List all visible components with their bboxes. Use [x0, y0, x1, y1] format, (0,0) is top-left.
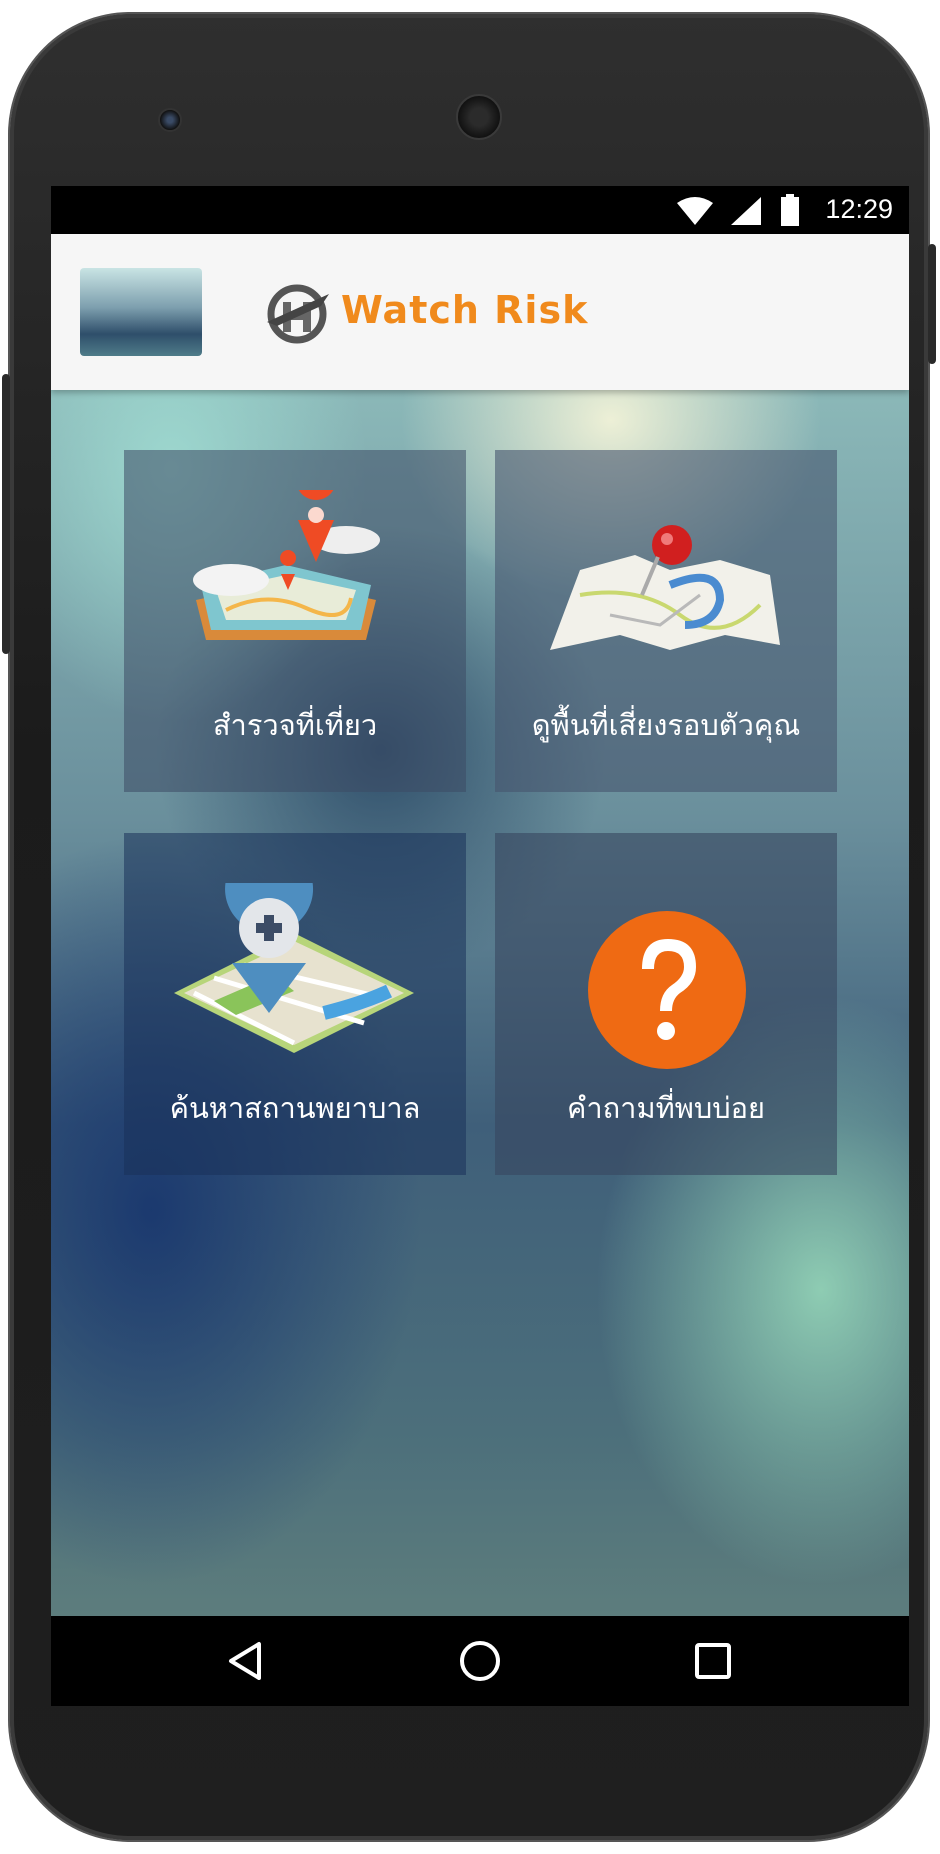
- tile-explore-places[interactable]: สำรวจที่เที่ยว: [124, 450, 466, 792]
- screen: 12:29 Watch Risk สำรวจที่เที่ยว ดูพื้นที…: [51, 186, 909, 1706]
- tile-risk-areas[interactable]: ดูพื้นที่เสี่ยงรอบตัวคุณ: [495, 450, 837, 792]
- battery-icon: [781, 194, 799, 226]
- cell-signal-icon: [731, 197, 761, 225]
- power-button: [2, 374, 10, 654]
- app-bar: Watch Risk: [51, 234, 909, 390]
- tile-label: สำรวจที่เที่ยว: [212, 708, 378, 742]
- earpiece-speaker: [456, 94, 502, 140]
- system-nav-bar: [51, 1616, 909, 1706]
- map-pushpin-icon: [550, 525, 780, 650]
- hospital-map-pin-icon: [174, 883, 414, 1053]
- home-content: สำรวจที่เที่ยว ดูพื้นที่เสี่ยงรอบตัวคุณ: [51, 390, 909, 1616]
- tile-label: คำถามที่พบบ่อย: [566, 1091, 766, 1125]
- app-brand-title: Watch Risk: [341, 288, 589, 332]
- volume-button: [928, 244, 936, 364]
- tile-faq[interactable]: คำถามที่พบบ่อย: [495, 833, 837, 1175]
- front-camera: [158, 108, 182, 132]
- wifi-icon: [677, 197, 713, 225]
- tile-label: ดูพื้นที่เสี่ยงรอบตัวคุณ: [531, 708, 801, 742]
- status-time: 12:29: [825, 194, 893, 224]
- recents-icon[interactable]: [688, 1636, 738, 1686]
- tile-find-hospital[interactable]: ค้นหาสถานพยาบาล: [124, 833, 466, 1175]
- landscape-thumbnail[interactable]: [80, 268, 202, 356]
- status-bar: 12:29: [51, 186, 909, 234]
- tile-label: ค้นหาสถานพยาบาล: [169, 1091, 421, 1125]
- phone-frame: 12:29 Watch Risk สำรวจที่เที่ยว ดูพื้นที…: [2, 14, 936, 1840]
- back-icon[interactable]: [221, 1636, 271, 1686]
- globe-plane-logo: [267, 284, 329, 344]
- question-mark-icon: [588, 911, 746, 1069]
- home-icon[interactable]: [455, 1636, 505, 1686]
- map-clouds-pin-icon: [193, 490, 380, 640]
